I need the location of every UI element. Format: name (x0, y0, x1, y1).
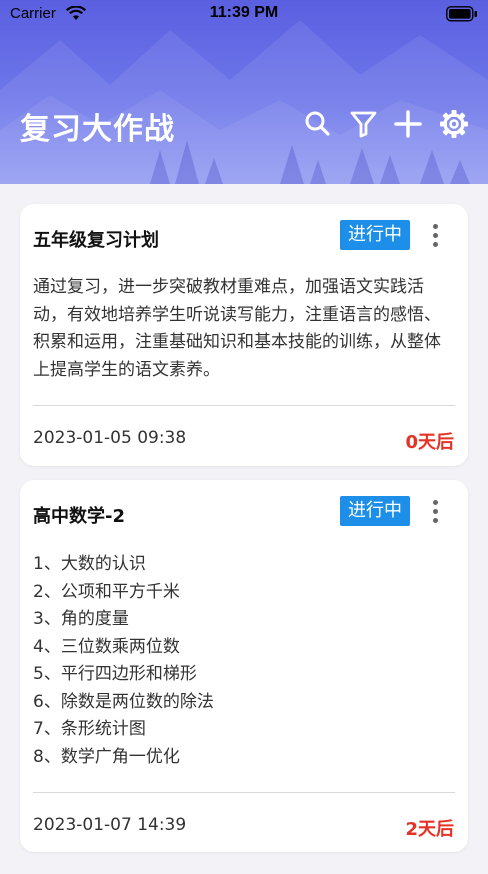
more-options-icon[interactable] (430, 224, 440, 250)
filter-icon[interactable] (348, 108, 380, 140)
plan-date: 2023-01-07 14:39 (33, 815, 187, 835)
battery-icon (446, 6, 478, 26)
app-header: Carrier 11:39 PM 复习大作战 (0, 0, 488, 184)
add-icon[interactable] (392, 108, 424, 140)
plan-date: 2023-01-05 09:38 (33, 428, 187, 448)
settings-icon[interactable] (438, 108, 470, 140)
list-item: 1、大数的认识 (33, 554, 146, 574)
plan-description: 通过复习，进一步突破教材重难点，加强语文实践活动，有效地培养学生听说读写能力，注… (33, 277, 441, 380)
divider (33, 792, 455, 793)
countdown-label: 0天后 (405, 432, 454, 453)
status-badge: 进行中 (340, 220, 410, 250)
page-title: 复习大作战 (20, 112, 175, 147)
list-item: 7、条形统计图 (33, 719, 146, 739)
list-item: 4、三位数乘两位数 (33, 636, 180, 657)
plan-title: 五年级复习计划 (33, 230, 159, 251)
list-item: 8、数学广角一优化 (33, 746, 180, 767)
plan-item-list: 1、大数的认识 2、公项和平方千米 3、角的度量 4、三位数乘两位数 5、平行四… (33, 551, 457, 771)
plan-card[interactable]: 五年级复习计划 进行中 通过复习，进一步突破教材重难点，加强语文实践活动，有效地… (20, 204, 468, 466)
list-item: 3、角的度量 (33, 609, 129, 629)
list-item: 5、平行四边形和梯形 (33, 664, 197, 684)
divider (33, 405, 455, 406)
list-item: 2、公项和平方千米 (33, 581, 180, 602)
status-badge: 进行中 (340, 496, 410, 526)
status-bar: Carrier 11:39 PM (0, 0, 488, 28)
more-options-icon[interactable] (430, 500, 440, 526)
search-icon[interactable] (302, 108, 334, 140)
plan-card[interactable]: 高中数学-2 进行中 1、大数的认识 2、公项和平方千米 3、角的度量 4、三位… (20, 480, 468, 852)
list-item: 6、除数是两位数的除法 (33, 691, 214, 712)
clock: 11:39 PM (209, 4, 279, 21)
plan-title: 高中数学-2 (33, 506, 125, 527)
countdown-label: 2天后 (405, 819, 454, 840)
